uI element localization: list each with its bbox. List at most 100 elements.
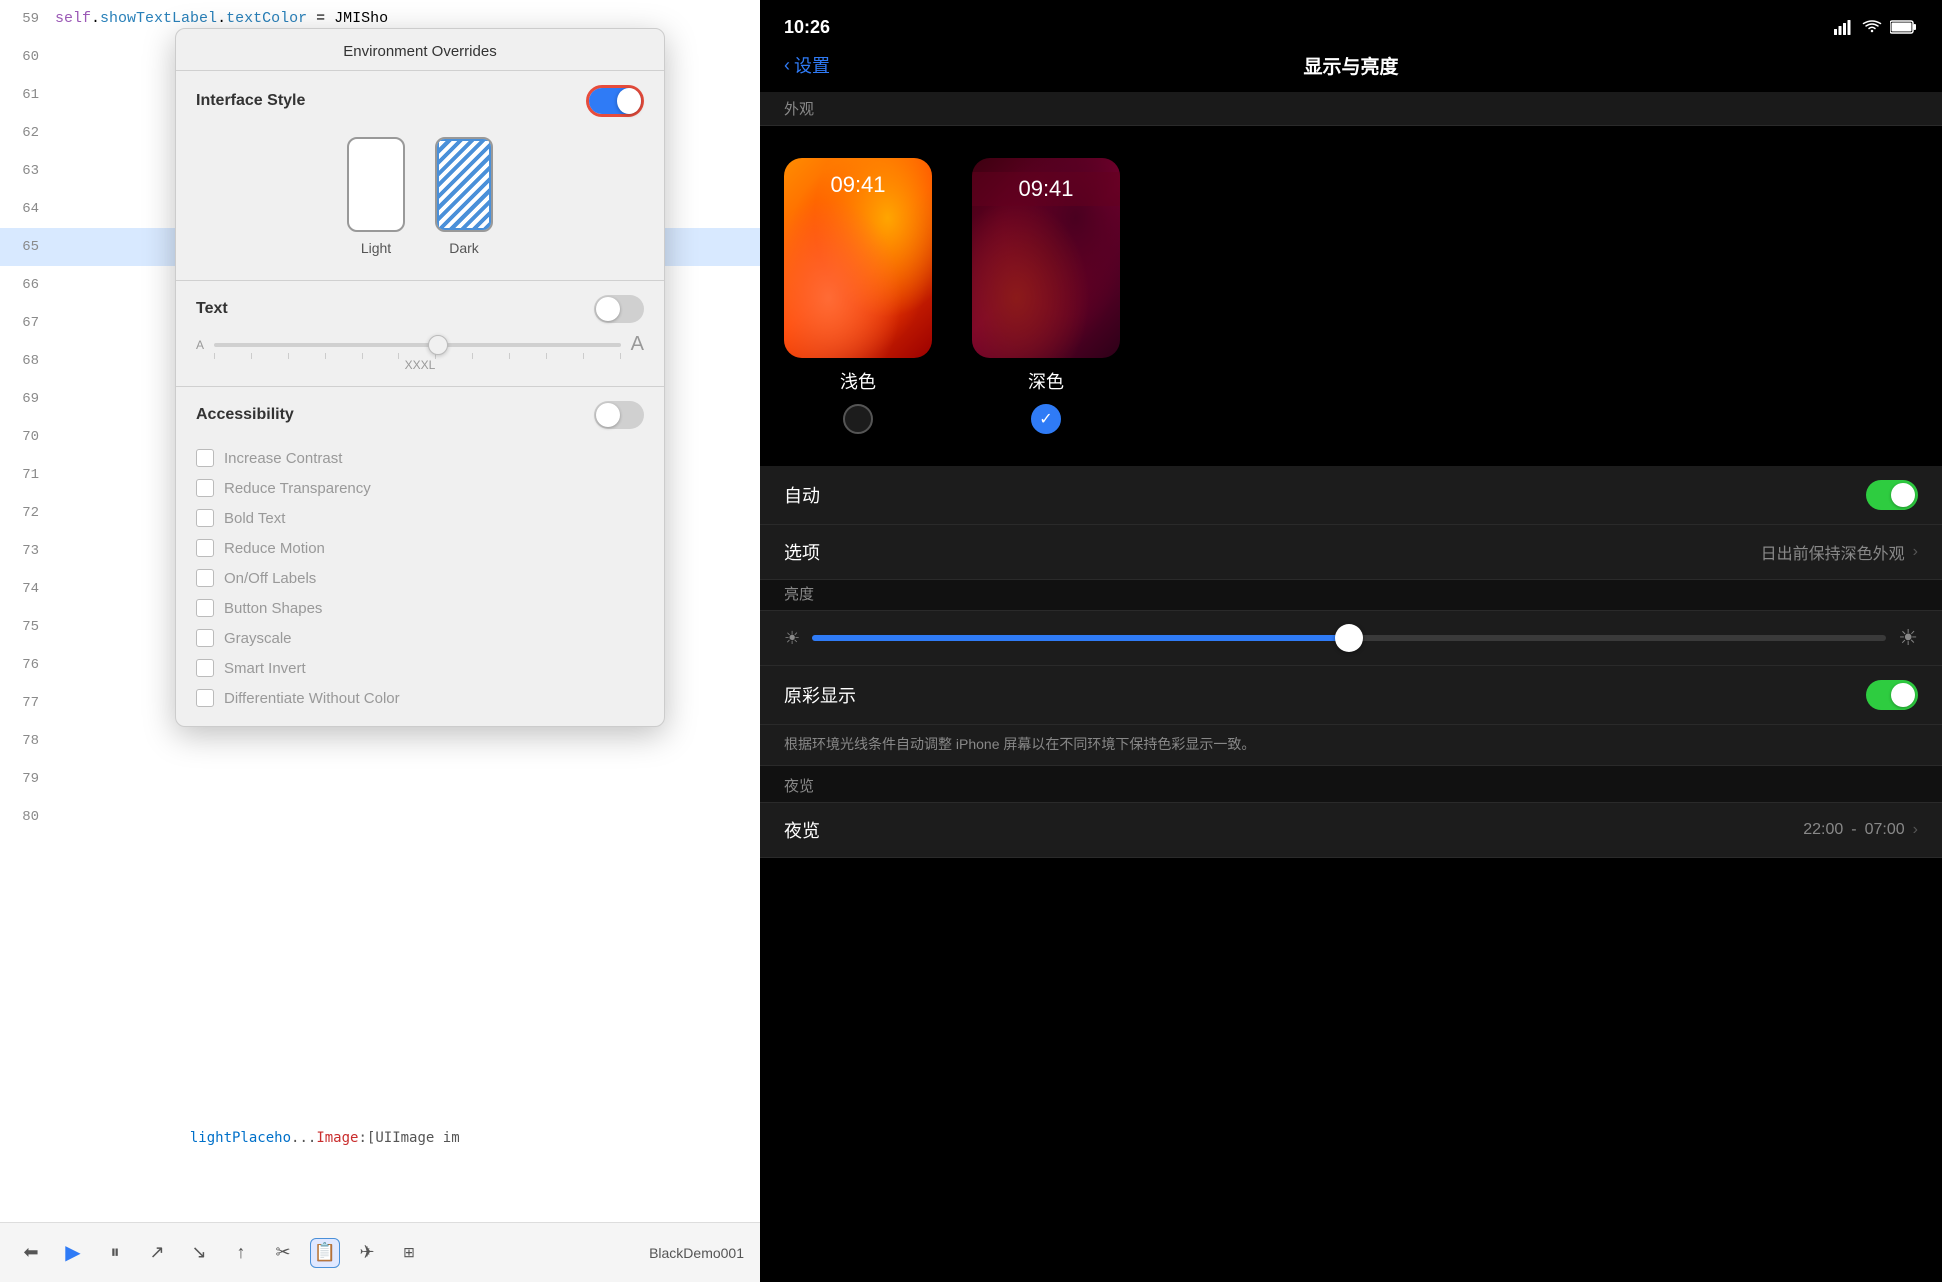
toolbar-step-over-icon[interactable]: ↗ [142,1238,172,1268]
night-to-time: 07:00 [1865,821,1905,839]
dynamic-type-row: A A [196,333,644,356]
dark-appearance-preview: 09:41 [972,158,1120,358]
light-appearance-option[interactable]: 09:41 浅色 [784,158,932,434]
large-a-label: A [631,333,644,356]
dark-appearance-label: 深色 [1028,368,1064,394]
toolbar-debug-icon[interactable]: 📋 [310,1238,340,1268]
toolbar-breakpoints-icon[interactable]: ✂ [268,1238,298,1268]
toolbar-step-out-icon[interactable]: ↑ [226,1238,256,1268]
interface-style-label: Interface Style [196,92,305,110]
interface-style-toggle[interactable] [586,85,644,117]
options-value: 日出前保持深色外观 [1761,540,1905,564]
nav-back-button[interactable]: ‹ 设置 [784,52,830,78]
nav-title: 显示与亮度 [1303,52,1398,79]
checkbox-smart-invert[interactable]: Smart Invert [196,659,644,677]
options-chevron-icon: › [1913,543,1918,561]
checkbox-bold-text[interactable]: Bold Text [196,509,644,527]
small-a-label: A [196,338,204,352]
options-settings-row[interactable]: 选项 日出前保持深色外观 › [760,525,1942,580]
light-radio-button[interactable] [843,404,873,434]
checkbox-label-smart-invert: Smart Invert [224,660,306,677]
true-tone-description: 根据环境光线条件自动调整 iPhone 屏幕以在不同环境下保持色彩显示一致。 [784,736,1255,752]
interface-style-options: Light Dark [196,127,644,266]
bottom-toolbar: ⬅ ▶ ⏸ ↗ ↘ ↑ ✂ 📋 ✈ ⊞ BlackDemo001 [0,1222,760,1282]
accessibility-toggle[interactable] [594,401,644,429]
brightness-min-icon: ☀ [784,628,800,649]
night-separator: - [1851,821,1856,839]
toolbar-share-icon[interactable]: ✈ [352,1238,382,1268]
checkbox-box-reduce-motion [196,539,214,557]
dynamic-type-slider[interactable] [214,343,621,347]
appearance-section-header: 外观 [784,98,1918,119]
auto-toggle-knob [1891,483,1915,507]
night-chevron-icon: › [1913,821,1918,839]
checkbox-box-bold-text [196,509,214,527]
nav-bar: ‹ 设置 显示与亮度 [760,44,1942,92]
night-from-time: 22:00 [1803,821,1843,839]
dark-radio-button[interactable]: ✓ [1031,404,1061,434]
checkbox-increase-contrast[interactable]: Increase Contrast [196,449,644,467]
checkbox-button-shapes[interactable]: Button Shapes [196,599,644,617]
wifi-icon [1862,19,1882,35]
brightness-header: 亮度 [784,583,814,604]
text-section-toggle[interactable] [594,295,644,323]
true-tone-toggle[interactable] [1866,680,1918,710]
chevron-left-icon: ‹ [784,55,790,76]
checkbox-label-on-off-labels: On/Off Labels [224,570,316,587]
checkbox-label-differentiate-without-color: Differentiate Without Color [224,690,400,707]
checkbox-reduce-motion[interactable]: Reduce Motion [196,539,644,557]
true-tone-toggle-knob [1891,683,1915,707]
light-style-option[interactable]: Light [347,137,405,256]
toolbar-step-into-icon[interactable]: ↘ [184,1238,214,1268]
light-mode-phone-icon [347,137,405,232]
status-time: 10:26 [784,17,830,38]
brightness-knob [1335,624,1363,652]
brightness-fill [812,635,1349,641]
checkbox-grayscale[interactable]: Grayscale [196,629,644,647]
true-tone-label: 原彩显示 [784,682,856,708]
toggle-bg [589,88,641,114]
checkbox-box-increase-contrast [196,449,214,467]
auto-toggle[interactable] [1866,480,1918,510]
checkbox-box-button-shapes [196,599,214,617]
accessibility-checkboxes: Increase Contrast Reduce Transparency Bo… [196,439,644,712]
options-label: 选项 [784,539,820,565]
text-toggle-knob [596,297,620,321]
checkbox-box-differentiate-without-color [196,689,214,707]
true-tone-row[interactable]: 原彩显示 [760,666,1942,725]
checkbox-on-off-labels[interactable]: On/Off Labels [196,569,644,587]
checkbox-differentiate-without-color[interactable]: Differentiate Without Color [196,689,644,707]
auto-settings-row[interactable]: 自动 [760,466,1942,525]
checkbox-box-grayscale [196,629,214,647]
toolbar-pause-icon[interactable]: ⏸ [100,1238,130,1268]
toolbar-grid-icon[interactable]: ⊞ [394,1238,424,1268]
light-appearance-label: 浅色 [840,368,876,394]
checkbox-box-smart-invert [196,659,214,677]
auto-label: 自动 [784,482,820,508]
toolbar-sidebar-icon[interactable]: ⬅ [16,1238,46,1268]
night-shift-row[interactable]: 夜览 22:00 - 07:00 › [760,803,1942,858]
toggle-knob [617,88,641,114]
accessibility-toggle-knob [596,403,620,427]
checkmark-icon: ✓ [1039,409,1052,429]
appearance-options: 09:41 浅色 09:41 深色 ✓ [760,142,1942,450]
checkbox-box-on-off-labels [196,569,214,587]
dark-style-option[interactable]: Dark [435,137,493,256]
light-appearance-preview: 09:41 [784,158,932,358]
interface-style-section: Interface Style Light [176,71,664,281]
checkbox-label-button-shapes: Button Shapes [224,600,322,617]
status-icons [1834,19,1918,35]
text-section-label: Text [196,300,228,318]
xcode-panel: 59 self.showTextLabel.textColor = JMISho… [0,0,760,1282]
checkbox-reduce-transparency[interactable]: Reduce Transparency [196,479,644,497]
dark-appearance-option[interactable]: 09:41 深色 ✓ [972,158,1120,434]
xxxl-label: XXXL [196,358,644,372]
toolbar-run-icon[interactable]: ▶ [58,1238,88,1268]
text-section: Text A [176,281,664,387]
checkbox-label-reduce-motion: Reduce Motion [224,540,325,557]
brightness-slider[interactable] [812,635,1886,641]
light-style-label: Light [361,240,391,256]
dynamic-type-knob [428,335,448,355]
checkbox-label-grayscale: Grayscale [224,630,292,647]
night-shift-label: 夜览 [784,817,820,843]
